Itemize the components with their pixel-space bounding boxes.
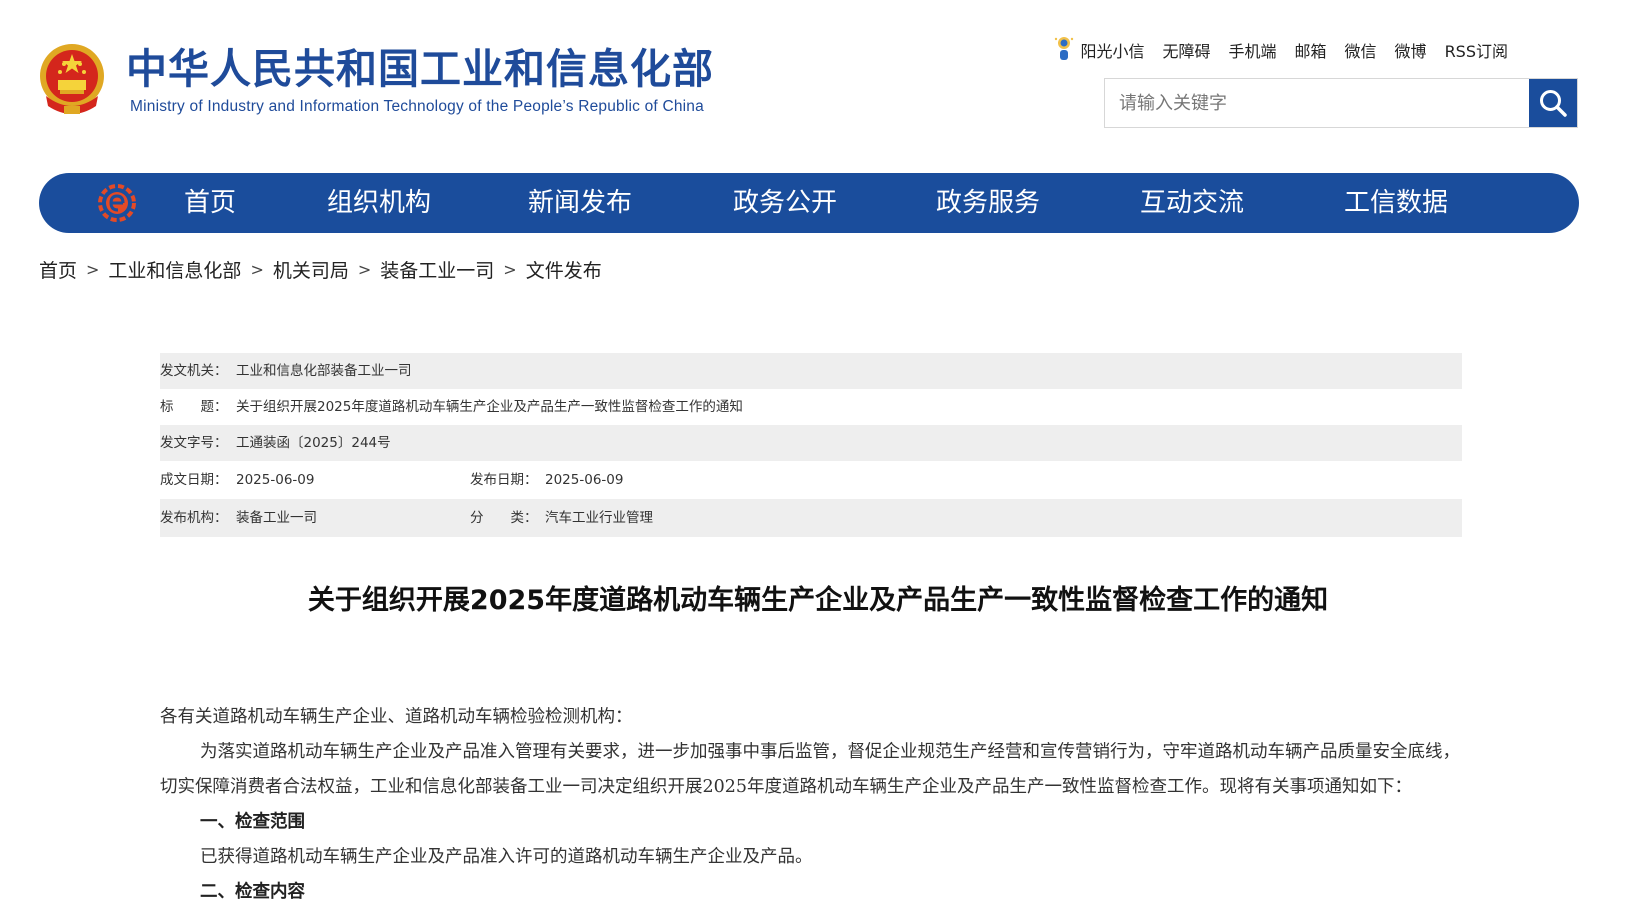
breadcrumb-equipment-dept[interactable]: 装备工业一司: [380, 256, 494, 283]
meta-label: 分 类：: [470, 510, 538, 526]
national-emblem-logo[interactable]: [38, 42, 106, 116]
article-intro-paragraph: 为落实道路机动车辆生产企业及产品准入管理有关要求，进一步加强事中事后监管，督促企…: [160, 742, 1460, 797]
meta-category: 汽车工业行业管理: [545, 510, 653, 526]
meta-label: 发文字号：: [160, 435, 228, 451]
nav-news[interactable]: 新闻发布: [528, 173, 632, 233]
main-nav: 首页 组织机构 新闻发布 政务公开 政务服务 互动交流 工信数据: [39, 173, 1579, 233]
site-title-cn: 中华人民共和国工业和信息化部: [126, 45, 714, 93]
nav-data[interactable]: 工信数据: [1344, 173, 1448, 233]
miit-e-logo-icon[interactable]: [97, 183, 137, 223]
nav-gov-affairs-open[interactable]: 政务公开: [733, 173, 837, 233]
search-button[interactable]: [1529, 79, 1577, 127]
toplink-label: 阳光小信: [1080, 42, 1145, 61]
mascot-icon: [1055, 37, 1074, 60]
toplink-accessibility[interactable]: 无障碍: [1162, 38, 1210, 62]
breadcrumb-documents[interactable]: 文件发布: [526, 256, 602, 283]
breadcrumb-departments[interactable]: 机关司局: [273, 256, 349, 283]
breadcrumb-separator: >: [250, 260, 264, 279]
nav-interaction[interactable]: 互动交流: [1140, 173, 1244, 233]
meta-published-date: 2025-06-09: [545, 472, 624, 488]
toplink-mobile[interactable]: 手机端: [1229, 38, 1277, 62]
meta-issuer: 工业和信息化部装备工业一司: [236, 363, 412, 379]
meta-row-dates: 成文日期： 2025-06-09 发布日期： 2025-06-09: [160, 461, 1462, 499]
search-box: [1104, 78, 1578, 128]
search-input[interactable]: [1105, 79, 1527, 127]
meta-org: 装备工业一司: [236, 510, 317, 526]
breadcrumb-miit[interactable]: 工业和信息化部: [108, 256, 241, 283]
breadcrumb-separator: >: [357, 260, 372, 279]
toplink-mail[interactable]: 邮箱: [1295, 38, 1327, 62]
search-icon: [1540, 90, 1567, 117]
meta-row-title: 标 题： 关于组织开展2025年度道路机动车辆生产企业及产品生产一致性监督检查工…: [160, 389, 1462, 425]
toplink-wechat[interactable]: 微信: [1345, 38, 1377, 62]
article-body: 各有关道路机动车辆生产企业、道路机动车辆检验检测机构： 为落实道路机动车辆生产企…: [160, 700, 1462, 910]
breadcrumb-home[interactable]: 首页: [39, 256, 77, 283]
breadcrumb-separator: >: [86, 260, 100, 279]
meta-label: 标 题：: [160, 399, 228, 415]
toplink-weibo[interactable]: 微博: [1395, 38, 1427, 62]
meta-row-org: 发布机构： 装备工业一司 分 类： 汽车工业行业管理: [160, 499, 1462, 537]
breadcrumb: 首页 > 工业和信息化部 > 机关司局 > 装备工业一司 > 文件发布: [39, 256, 602, 283]
document-meta: 发文机关： 工业和信息化部装备工业一司 标 题： 关于组织开展2025年度道路机…: [160, 353, 1462, 537]
meta-row-docno: 发文字号： 工通装函〔2025〕244号: [160, 425, 1462, 461]
toplink-rss[interactable]: RSS订阅: [1445, 38, 1508, 62]
meta-label: 成文日期：: [160, 472, 228, 488]
toplink-sunshine[interactable]: 阳光小信: [1053, 35, 1144, 65]
section-heading: 一、检查范围: [200, 812, 305, 832]
nav-gov-services[interactable]: 政务服务: [936, 173, 1040, 233]
section-heading: 二、检查内容: [200, 882, 305, 902]
meta-title: 关于组织开展2025年度道路机动车辆生产企业及产品生产一致性监督检查工作的通知: [236, 399, 743, 415]
meta-label: 发文机关：: [160, 363, 228, 379]
breadcrumb-separator: >: [503, 260, 517, 279]
article-greeting: 各有关道路机动车辆生产企业、道路机动车辆检验检测机构：: [160, 707, 633, 727]
section-paragraph: 已获得道路机动车辆生产企业及产品准入许可的道路机动车辆生产企业及产品。: [200, 847, 813, 867]
nav-organization[interactable]: 组织机构: [327, 173, 431, 233]
meta-label: 发布日期：: [470, 472, 538, 488]
site-title-en: Ministry of Industry and Information Tec…: [130, 98, 704, 115]
meta-label: 发布机构：: [160, 510, 228, 526]
top-links: 阳光小信 无障碍 手机端 邮箱 微信 微博 RSS订阅: [1053, 35, 1508, 65]
meta-docno: 工通装函〔2025〕244号: [236, 435, 391, 451]
nav-home[interactable]: 首页: [184, 173, 236, 233]
meta-row-issuer: 发文机关： 工业和信息化部装备工业一司: [160, 353, 1462, 389]
article-title: 关于组织开展2025年度道路机动车辆生产企业及产品生产一致性监督检查工作的通知: [307, 585, 1329, 616]
meta-written-date: 2025-06-09: [236, 472, 315, 488]
